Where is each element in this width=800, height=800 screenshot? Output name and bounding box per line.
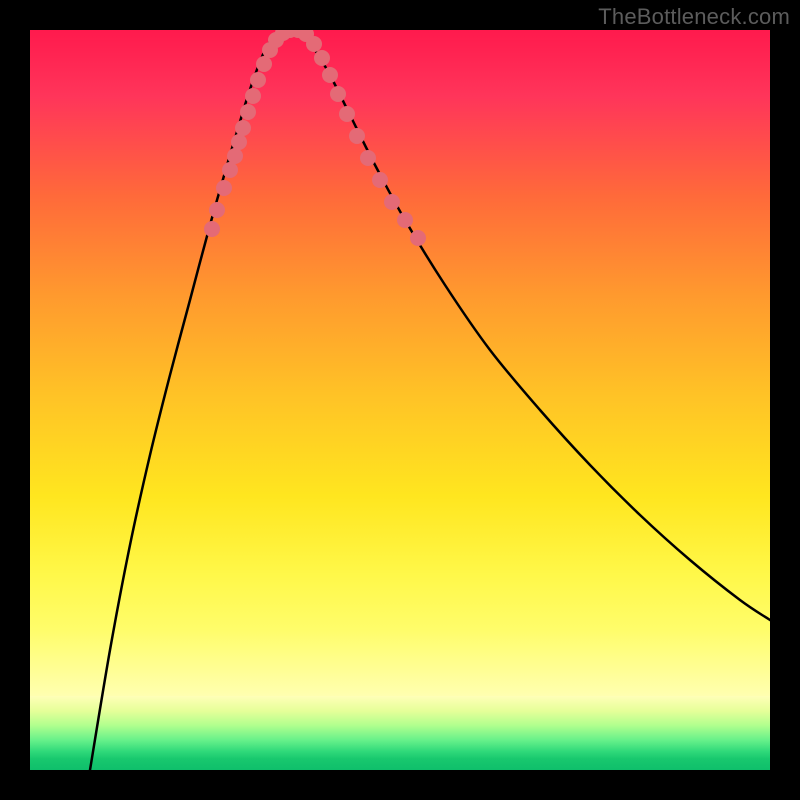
curve-lines [90, 30, 770, 770]
data-point [235, 120, 251, 136]
data-point [222, 162, 238, 178]
data-point [349, 128, 365, 144]
curve-dots [204, 30, 426, 246]
data-point [397, 212, 413, 228]
data-point [209, 202, 225, 218]
data-point [227, 148, 243, 164]
plot-area [30, 30, 770, 770]
curve-layer [30, 30, 770, 770]
data-point [372, 172, 388, 188]
data-point [410, 230, 426, 246]
watermark-text: TheBottleneck.com [598, 4, 790, 30]
curve-left-branch [90, 30, 295, 770]
data-point [306, 36, 322, 52]
data-point [256, 56, 272, 72]
data-point [216, 180, 232, 196]
curve-right-branch [295, 30, 770, 620]
data-point [204, 221, 220, 237]
data-point [322, 67, 338, 83]
data-point [245, 88, 261, 104]
data-point [231, 134, 247, 150]
data-point [240, 104, 256, 120]
data-point [360, 150, 376, 166]
data-point [339, 106, 355, 122]
data-point [314, 50, 330, 66]
chart-frame: TheBottleneck.com [0, 0, 800, 800]
data-point [330, 86, 346, 102]
data-point [250, 72, 266, 88]
data-point [384, 194, 400, 210]
